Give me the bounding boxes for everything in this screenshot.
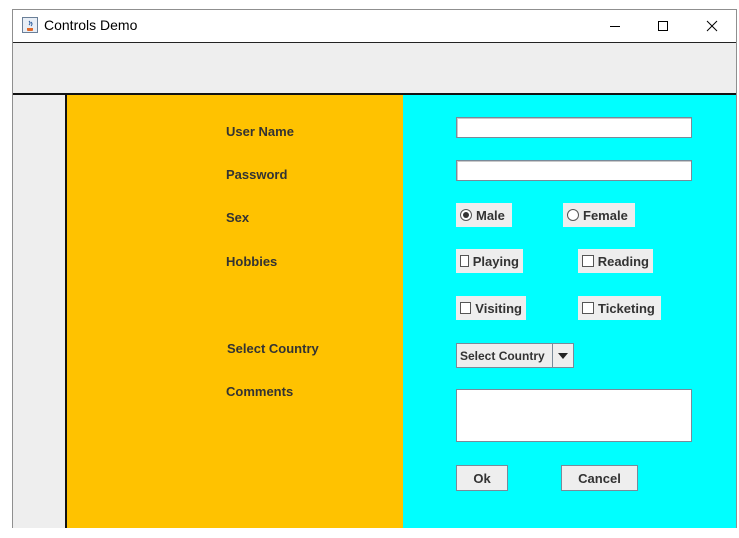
- password-label: Password: [226, 167, 288, 182]
- checkbox-ticketing[interactable]: Ticketing: [578, 296, 661, 320]
- maximize-icon: [658, 20, 668, 31]
- minimize-button[interactable]: [592, 10, 638, 41]
- checkbox-box-reading[interactable]: [582, 255, 594, 267]
- sex-label: Sex: [226, 210, 250, 225]
- app-window: Controls Demo User Name Password Sex Hob…: [12, 9, 737, 528]
- checkbox-ticketing-label: Ticketing: [598, 300, 655, 316]
- country-select-value: Select Country: [460, 348, 545, 363]
- cancel-button[interactable]: Cancel: [561, 465, 638, 491]
- title-bar[interactable]: Controls Demo: [13, 10, 736, 42]
- checkbox-reading[interactable]: Reading: [578, 249, 653, 273]
- radio-male-label: Male: [476, 207, 505, 223]
- checkbox-playing[interactable]: Playing: [456, 249, 523, 273]
- username-field[interactable]: [456, 117, 692, 139]
- country-label: Select Country: [227, 341, 319, 356]
- radio-female-label: Female: [583, 207, 628, 223]
- minimize-icon: [610, 25, 620, 27]
- radio-male[interactable]: Male: [456, 203, 512, 227]
- password-input[interactable]: [457, 162, 691, 182]
- checkbox-box-visiting[interactable]: [460, 302, 472, 314]
- left-panel: [13, 95, 67, 528]
- radio-circle-male[interactable]: [460, 209, 472, 221]
- labels-panel: [67, 95, 403, 528]
- checkbox-box-playing[interactable]: [460, 255, 469, 267]
- checkbox-playing-label: Playing: [472, 253, 519, 269]
- comments-label: Comments: [226, 384, 294, 399]
- ok-button[interactable]: Ok: [456, 465, 508, 491]
- java-cup-icon: [22, 17, 38, 33]
- comments-textarea[interactable]: [457, 390, 691, 441]
- close-icon: [706, 20, 718, 31]
- radio-circle-female[interactable]: [567, 209, 579, 221]
- hobbies-label: Hobbies: [226, 254, 278, 269]
- checkbox-visiting[interactable]: Visiting: [456, 296, 526, 320]
- checkbox-visiting-label: Visiting: [475, 300, 522, 316]
- checkbox-box-ticketing[interactable]: [582, 302, 594, 314]
- comments-field[interactable]: [456, 389, 692, 442]
- radio-female[interactable]: Female: [563, 203, 635, 227]
- username-input[interactable]: [457, 119, 691, 139]
- country-select[interactable]: Select Country: [456, 343, 574, 368]
- chevron-down-icon[interactable]: [552, 344, 573, 367]
- maximize-button[interactable]: [640, 10, 686, 41]
- username-label: User Name: [226, 124, 294, 139]
- close-button[interactable]: [689, 10, 735, 41]
- window-title: Controls Demo: [44, 17, 138, 33]
- password-field[interactable]: [456, 160, 692, 182]
- top-panel: [13, 42, 736, 95]
- checkbox-reading-label: Reading: [597, 253, 649, 269]
